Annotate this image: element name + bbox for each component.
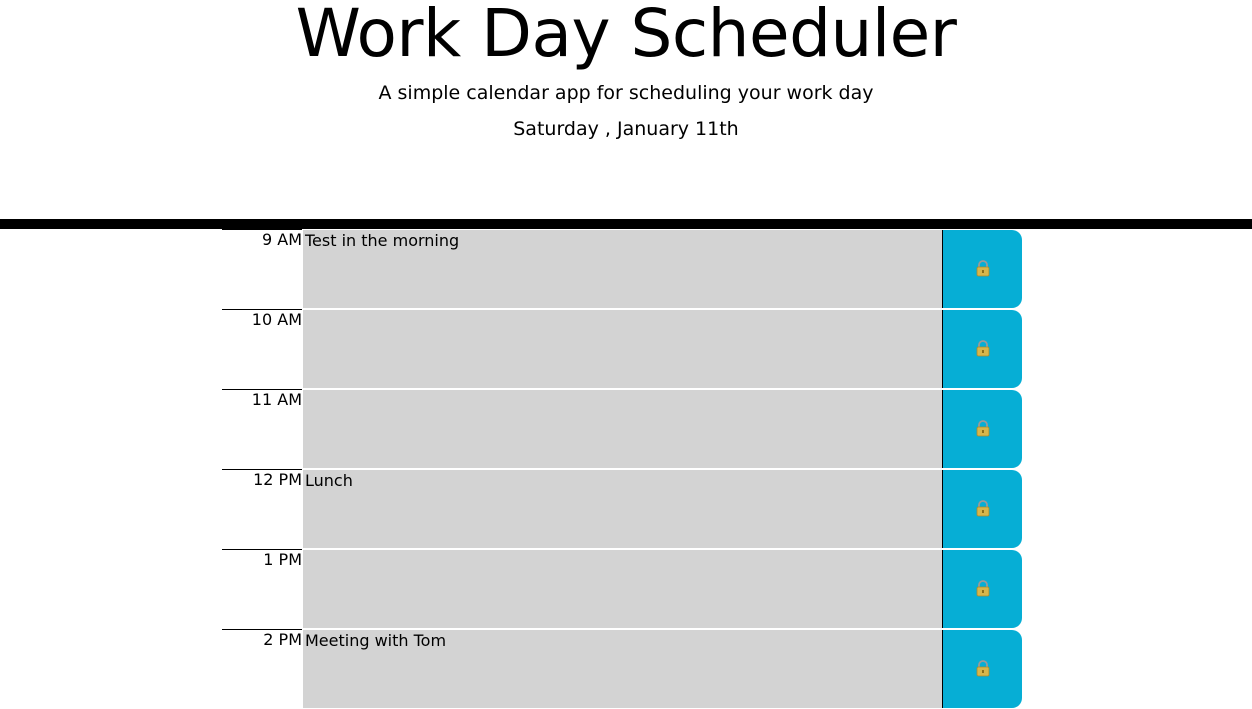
hour-label: 11 AM [222, 389, 302, 469]
lock-icon [974, 659, 992, 680]
save-button[interactable] [943, 550, 1022, 628]
page-title: Work Day Scheduler [295, 0, 957, 72]
hour-label: 9 AM [222, 229, 302, 309]
event-description-input[interactable] [303, 390, 943, 468]
header-divider [0, 219, 1252, 229]
time-block-12pm: 12 PM Lunch [222, 469, 1022, 549]
hour-label: 10 AM [222, 309, 302, 389]
lock-icon [974, 579, 992, 600]
lock-icon [974, 259, 992, 280]
time-block-list: 9 AM Test in the morning 10 AM 11 AM 12 … [222, 229, 1022, 709]
page-subtitle: A simple calendar app for scheduling you… [378, 82, 874, 104]
event-description-input[interactable] [303, 550, 943, 628]
save-button[interactable] [943, 470, 1022, 548]
lock-icon [974, 339, 992, 360]
lock-icon [974, 499, 992, 520]
time-block-11am: 11 AM [222, 389, 1022, 469]
lock-icon [974, 419, 992, 440]
event-description-input[interactable]: Lunch [303, 470, 943, 548]
event-description-input[interactable]: Test in the morning [303, 230, 943, 308]
hour-label: 12 PM [222, 469, 302, 549]
save-button[interactable] [943, 230, 1022, 308]
hour-label: 2 PM [222, 629, 302, 709]
header: Work Day Scheduler A simple calendar app… [0, 0, 1252, 219]
event-description-input[interactable] [303, 310, 943, 388]
time-block-9am: 9 AM Test in the morning [222, 229, 1022, 309]
save-button[interactable] [943, 310, 1022, 388]
event-description-input[interactable]: Meeting with Tom [303, 630, 943, 708]
current-day: Saturday , January 11th [513, 118, 739, 140]
time-block-10am: 10 AM [222, 309, 1022, 389]
hour-label: 1 PM [222, 549, 302, 629]
save-button[interactable] [943, 390, 1022, 468]
time-block-1pm: 1 PM [222, 549, 1022, 629]
time-block-2pm: 2 PM Meeting with Tom [222, 629, 1022, 709]
save-button[interactable] [943, 630, 1022, 708]
